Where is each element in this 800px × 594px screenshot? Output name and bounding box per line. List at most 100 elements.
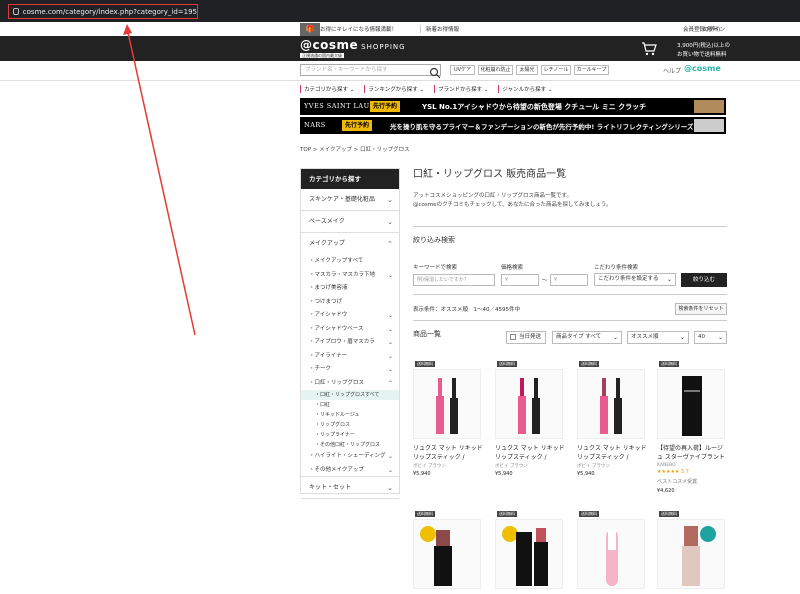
url-text[interactable]: cosme.com/category/index.php?category_id… [23,8,197,16]
display-status: 表示条件：オススメ順 1〜40／4595件中 [413,307,520,313]
type-select[interactable]: 商品タイプ すべて ⌄ [552,331,622,344]
product-name[interactable]: リュクス マット リキッド リップスティック / L40… [577,444,647,462]
login-link[interactable]: ログイン [703,25,725,33]
search-tag[interactable]: レチノール [541,65,571,75]
sameday-checkbox[interactable]: 当日発送 [506,331,546,344]
preorder-badge: 先行予約 [342,120,373,131]
product-image[interactable] [413,519,481,589]
chevron-down-icon: ⌄ [387,339,393,346]
sidebar-lip-item[interactable]: ・口紅 [301,400,399,410]
site-logo[interactable]: @cosme SHOPPING [300,38,406,52]
search-row: ブランド名・キーワードから探す UVケア 化粧崩れ防止 太陽光 レチノール カー… [0,61,800,81]
promo-news-link[interactable]: 新着お得情報 [420,25,459,33]
help-link[interactable]: ヘルプ [663,66,681,75]
sidebar-item-kit[interactable]: キット・セット ⌄ [301,477,399,499]
free-shipping-badge: 送料無料 [497,361,517,367]
sidebar-subitem[interactable]: ・アイブロウ・眉マスカラ ⌄ [301,336,399,350]
search-tag[interactable]: UVケア [450,65,475,75]
product-image[interactable] [413,369,481,439]
sidebar-item-basemake[interactable]: ベースメイク ⌄ [301,211,399,233]
search-input[interactable]: ブランド名・キーワードから探す [300,64,441,76]
nav-genre[interactable]: ジャンルから探す ⌄ [498,85,553,93]
sidebar-subitem[interactable]: ・その他メイクアップ ⌄ [301,464,399,477]
product-brand[interactable]: KANEBO [657,463,676,468]
count-select[interactable]: 40 ⌄ [694,331,727,344]
sidebar-subitem-lip[interactable]: ・口紅・リップグロス ⌃ [301,377,399,391]
price-from-input[interactable]: ¥ [501,274,539,286]
banner-nars[interactable]: NARS 先行予約 光を操り肌を守るプライマー＆ファンデーションの新色が先行予約… [300,117,726,134]
url-box[interactable]: cosme.com/category/index.php?category_id… [8,4,198,19]
chevron-down-icon: ⌄ [387,325,393,333]
chevron-down-icon: ⌄ [717,334,723,341]
nav-ranking[interactable]: ランキングから探す ⌄ [364,85,424,93]
sidebar-subitem[interactable]: ・メイクアップすべて [301,255,399,269]
nav-category[interactable]: カテゴリから探す ⌄ [300,85,354,93]
search-tag[interactable]: 太陽光 [516,65,538,75]
breadcrumb[interactable]: TOP > メイクアップ > 口紅・リップグロス [300,145,410,153]
divider [413,226,727,227]
product-brand[interactable]: ボビイ ブラウン [577,463,610,469]
price-to-input[interactable]: ¥ [550,274,588,286]
sidebar-subitem[interactable]: ・チーク ⌄ [301,363,399,377]
cart-icon[interactable] [641,41,657,56]
nav-brand[interactable]: ブランドから探す ⌄ [434,85,488,93]
sidebar-subitem[interactable]: ・ハイライト・シェーディング ⌄ [301,450,399,464]
chevron-down-icon: ⌄ [387,196,393,204]
product-image[interactable] [657,369,725,439]
sidebar-subitem[interactable]: ・アイライナー ⌄ [301,350,399,364]
sidebar-lip-item-selected[interactable]: ・口紅・リップグロスすべて [301,390,399,400]
product-name[interactable]: リュクス マット リキッド リップスティック / L04… [413,444,483,462]
site-info-icon[interactable] [13,8,19,15]
chevron-down-icon: ⌄ [387,466,393,474]
cosme-link[interactable]: @cosme [684,64,721,73]
condition-select[interactable]: こだわり条件を設定する ⌄ [594,273,676,286]
sidebar-lip-item[interactable]: ・リップライナー [301,430,399,440]
sort-select[interactable]: オススメ順 ⌄ [627,331,689,344]
product-price: ¥5,940 [577,471,595,477]
category-sidebar: カテゴリから探す スキンケア・基礎化粧品 ⌄ ベースメイク ⌄ メイクアップ ⌃ ・メ… [300,168,400,499]
sidebar-item-makeup[interactable]: メイクアップ ⌃ [301,233,399,255]
chevron-down-icon: ⌄ [612,334,618,341]
product-image[interactable] [577,369,645,439]
product-name[interactable]: リュクス マット リキッド リップスティック / L64… [495,444,565,462]
chevron-down-icon: ⌄ [387,271,393,279]
sidebar-subitem[interactable]: ・アイシャドウ ⌄ [301,309,399,323]
promo-strip: 🎁 お得にキレイになる情報満載！ 新着お得情報 会員登録(無料) ログイン [0,22,800,36]
filter-heading: 絞り込み検索 [413,236,455,244]
sidebar-subitem[interactable]: ・つけまつげ [301,296,399,310]
checkbox-icon [510,333,516,340]
sidebar-subitem[interactable]: ・まつげ美容液 [301,282,399,296]
price-separator: 〜 [542,278,548,284]
sidebar-subitem[interactable]: ・アイシャドウベース ⌄ [301,323,399,337]
product-name[interactable]: 【待望の再入荷】ルージュ スターヴァイブラント / … [657,444,727,462]
search-tag[interactable]: カールキープ [574,65,609,75]
sidebar-lip-item[interactable]: ・リップグロス [301,420,399,430]
product-image[interactable] [495,519,563,589]
sidebar-lip-item[interactable]: ・その他口紅・リップグロス [301,440,399,450]
keyword-input[interactable]: 例)保湿したいですか？ [413,274,495,286]
product-image[interactable] [495,369,563,439]
reset-filter-button[interactable]: 検索条件をリセット [675,303,727,315]
shipping-note-2: お買い物で送料無料 [677,52,727,58]
search-tag[interactable]: 化粧崩れ防止 [478,65,513,75]
promo-text[interactable]: お得にキレイになる情報満載！ [320,25,397,33]
page-desc: アットコスメショッピングの口紅・リップグロス商品一覧です。 [413,193,572,199]
keyword-label: キーワードで検索 [413,265,458,271]
free-shipping-badge: 送料無料 [415,361,435,367]
product-image[interactable] [577,519,645,589]
product-brand[interactable]: ボビイ ブラウン [495,463,528,469]
rating-stars: ★★★★★ 5.7 [657,469,689,475]
banner-image [694,100,724,113]
sidebar-item-skincare[interactable]: スキンケア・基礎化粧品 ⌄ [301,189,399,211]
sidebar-subitem[interactable]: ・マスカラ・マスカラ下地 ⌄ [301,269,399,283]
search-icon[interactable] [429,64,441,79]
product-brand[interactable]: ボビイ ブラウン [413,463,446,469]
chevron-down-icon: ⌄ [666,276,672,283]
page-title: 口紅・リップグロス 販売商品一覧 [413,169,567,180]
banner-ysl[interactable]: YVES SAINT LAURENT 先行予約 YSL No.1アイシャドウから… [300,98,726,115]
banner-text: 光を操り肌を守るプライマー＆ファンデーションの新色が先行予約中! ライトリフレク… [390,123,694,131]
product-image[interactable] [657,519,725,589]
apply-filter-button[interactable]: 絞り込む [681,273,727,287]
free-shipping-badge: 送料無料 [579,511,599,517]
sidebar-lip-item[interactable]: ・リキッドルージュ [301,410,399,420]
